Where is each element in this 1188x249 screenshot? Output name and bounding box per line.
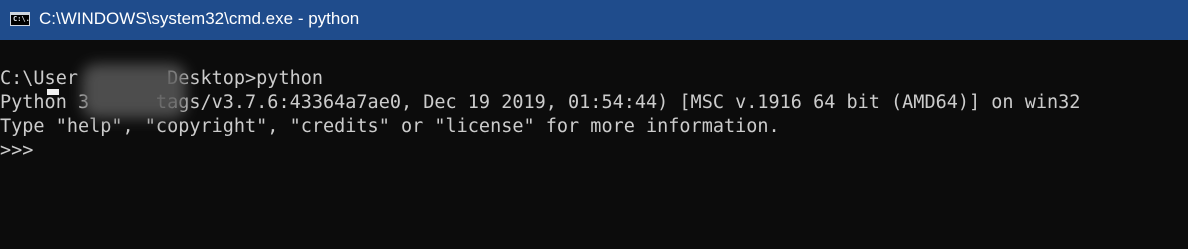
console-output[interactable]: C:\User Desktop>python Python 3 tags/v3.…: [0, 64, 1188, 249]
python-info-line: Type "help", "copyright", "credits" or "…: [0, 116, 780, 137]
redaction-blur: [82, 64, 186, 118]
text-cursor: [47, 89, 59, 95]
repl-prompt: >>>: [0, 140, 45, 161]
window-title: C:\WINDOWS\system32\cmd.exe - python: [39, 9, 360, 28]
cmd-window: C:\. C:\WINDOWS\system32\cmd.exe - pytho…: [0, 0, 1188, 249]
cmd-icon-glyph: C:\.: [13, 15, 30, 23]
cmd-icon[interactable]: C:\.: [10, 12, 30, 26]
title-bar[interactable]: C:\. C:\WINDOWS\system32\cmd.exe - pytho…: [0, 0, 1188, 40]
